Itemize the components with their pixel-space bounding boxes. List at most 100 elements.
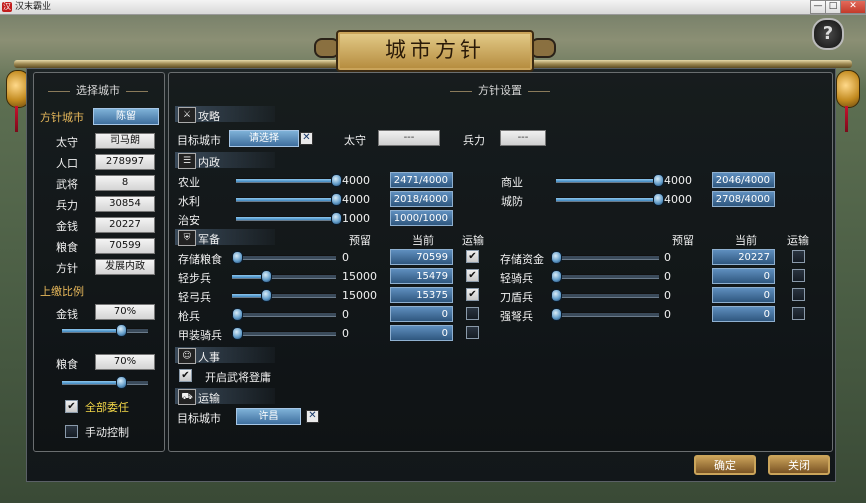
money-value: 20227 bbox=[95, 217, 155, 233]
commerce-slider[interactable] bbox=[556, 174, 664, 187]
armored-cavalry-current: 0 bbox=[390, 325, 453, 341]
left-current-header: 当前 bbox=[412, 234, 434, 247]
light-cavalry-label: 轻骑兵 bbox=[500, 272, 533, 285]
maximize-button[interactable]: □ bbox=[825, 0, 841, 14]
policy-label: 方针 bbox=[56, 262, 78, 275]
spearman-transport-checkbox[interactable] bbox=[466, 307, 479, 320]
security-label: 治安 bbox=[178, 214, 200, 227]
irrigation-slider[interactable] bbox=[236, 193, 342, 206]
attack-target-label: 目标城市 bbox=[177, 134, 221, 147]
spearman-handle[interactable] bbox=[232, 308, 243, 321]
armored-cavalry-slider[interactable] bbox=[232, 327, 336, 340]
recruit-generals-label: 开启武将登庸 bbox=[205, 371, 271, 384]
light-archer-handle[interactable] bbox=[261, 289, 272, 302]
crossbowman-reserve: 0 bbox=[664, 308, 671, 321]
attack-troops-label: 兵力 bbox=[463, 134, 485, 147]
security-handle[interactable] bbox=[331, 212, 342, 225]
manual-control-checkbox[interactable] bbox=[65, 425, 78, 438]
tribute-money-handle[interactable] bbox=[116, 324, 127, 337]
light-infantry-slider[interactable] bbox=[232, 270, 336, 283]
stored-food-reserve: 0 bbox=[342, 251, 349, 264]
stored-money-current: 20227 bbox=[712, 249, 775, 265]
help-button[interactable]: ? bbox=[812, 18, 844, 50]
sword-shield-slider[interactable] bbox=[551, 289, 659, 302]
sword-shield-handle[interactable] bbox=[551, 289, 562, 302]
recruit-generals-checkbox[interactable]: ✔ bbox=[179, 369, 192, 382]
armored-cavalry-handle[interactable] bbox=[232, 327, 243, 340]
light-archer-transport-checkbox[interactable]: ✔ bbox=[466, 288, 479, 301]
window-titlebar: 汉 汉末霸业 — □ ✕ bbox=[0, 0, 866, 15]
population-value: 278997 bbox=[95, 154, 155, 170]
policy-city-select[interactable]: 陈留 bbox=[93, 108, 159, 125]
armored-cavalry-reserve: 0 bbox=[342, 327, 349, 340]
sword-shield-label: 刀盾兵 bbox=[500, 291, 533, 304]
light-infantry-reserve: 15000 bbox=[342, 270, 377, 283]
light-infantry-current: 15479 bbox=[390, 268, 453, 284]
app-icon: 汉 bbox=[2, 2, 12, 12]
stored-food-label: 存储粮食 bbox=[178, 253, 222, 266]
commerce-handle[interactable] bbox=[653, 174, 664, 187]
agriculture-label: 农业 bbox=[178, 176, 200, 189]
defense-handle[interactable] bbox=[653, 193, 664, 206]
troops-value: 30854 bbox=[95, 196, 155, 212]
attack-target-select[interactable]: 请选择 bbox=[229, 130, 299, 147]
sword-icon: ⚔ bbox=[178, 107, 196, 123]
ok-button[interactable]: 确定 bbox=[694, 455, 756, 475]
governor-label: 太守 bbox=[56, 136, 78, 149]
stored-money-handle[interactable] bbox=[551, 251, 562, 264]
light-archer-label: 轻弓兵 bbox=[178, 291, 211, 304]
stored-money-transport-checkbox[interactable] bbox=[792, 250, 805, 263]
military-section-title: 军备 bbox=[198, 233, 220, 246]
light-archer-slider[interactable] bbox=[232, 289, 336, 302]
irrigation-label: 水利 bbox=[178, 195, 200, 208]
sword-shield-current: 0 bbox=[712, 287, 775, 303]
close-button[interactable]: 关闭 bbox=[768, 455, 830, 475]
crossbowman-handle[interactable] bbox=[551, 308, 562, 321]
agriculture-slider[interactable] bbox=[236, 174, 342, 187]
sword-shield-transport-checkbox[interactable] bbox=[792, 288, 805, 301]
stored-food-handle[interactable] bbox=[232, 251, 243, 264]
window-close-button[interactable]: ✕ bbox=[840, 0, 866, 14]
dialog-title: 城市方针 bbox=[385, 38, 485, 62]
stored-money-reserve: 0 bbox=[664, 251, 671, 264]
light-cavalry-transport-checkbox[interactable] bbox=[792, 269, 805, 282]
tribute-food-slider[interactable] bbox=[62, 376, 148, 389]
stored-food-transport-checkbox[interactable]: ✔ bbox=[466, 250, 479, 263]
security-slider[interactable] bbox=[236, 212, 342, 225]
agriculture-handle[interactable] bbox=[331, 174, 342, 187]
spearman-slider[interactable] bbox=[232, 308, 336, 321]
armored-cavalry-transport-checkbox[interactable] bbox=[466, 326, 479, 339]
delegate-all-checkbox[interactable]: ✔ bbox=[65, 400, 78, 413]
manual-control-label: 手动控制 bbox=[85, 426, 129, 439]
tribute-money-fill bbox=[62, 329, 120, 332]
light-cavalry-slider[interactable] bbox=[551, 270, 659, 283]
tribute-money-slider[interactable] bbox=[62, 324, 148, 337]
irrigation-target: 4000 bbox=[342, 193, 370, 206]
attack-target-clear-button[interactable]: ✕ bbox=[300, 132, 313, 145]
attack-troops-value: --- bbox=[500, 130, 546, 146]
dialog-title-banner: 城市方针 bbox=[336, 30, 534, 72]
tribute-food-handle[interactable] bbox=[116, 376, 127, 389]
stored-food-slider[interactable] bbox=[232, 251, 336, 264]
population-label: 人口 bbox=[56, 157, 78, 170]
transport-target-clear-button[interactable]: ✕ bbox=[306, 410, 319, 423]
stored-food-current: 70599 bbox=[390, 249, 453, 265]
light-infantry-handle[interactable] bbox=[261, 270, 272, 283]
defense-slider[interactable] bbox=[556, 193, 664, 206]
lantern-right-icon bbox=[836, 70, 860, 108]
transport-target-select[interactable]: 许昌 bbox=[236, 408, 301, 425]
crossbowman-slider[interactable] bbox=[551, 308, 659, 321]
troops-label: 兵力 bbox=[56, 199, 78, 212]
light-cavalry-reserve: 0 bbox=[664, 270, 671, 283]
light-cavalry-handle[interactable] bbox=[551, 270, 562, 283]
minimize-button[interactable]: — bbox=[810, 0, 826, 14]
person-icon: ☺ bbox=[178, 348, 196, 364]
stored-money-slider[interactable] bbox=[551, 251, 659, 264]
stored-money-label: 存储资金 bbox=[500, 253, 544, 266]
cart-icon: ⛟ bbox=[178, 389, 196, 405]
crossbowman-transport-checkbox[interactable] bbox=[792, 307, 805, 320]
transport-target-label: 目标城市 bbox=[177, 412, 221, 425]
irrigation-handle[interactable] bbox=[331, 193, 342, 206]
food-value: 70599 bbox=[95, 238, 155, 254]
light-infantry-transport-checkbox[interactable]: ✔ bbox=[466, 269, 479, 282]
